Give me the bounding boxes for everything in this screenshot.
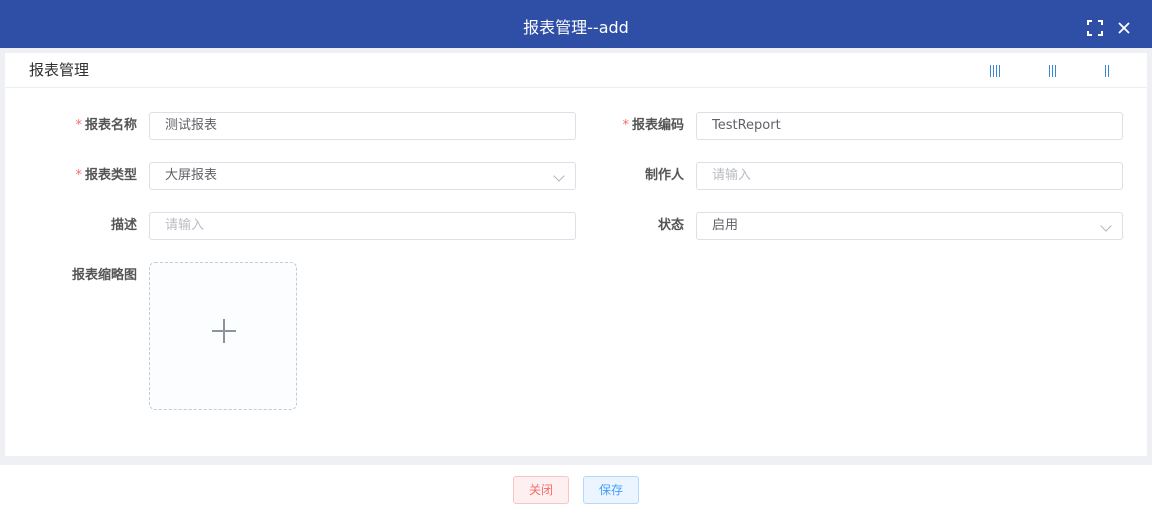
- close-icon[interactable]: [1115, 19, 1133, 37]
- dialog-footer: 关闭 保存: [0, 465, 1152, 524]
- report-type-label: * 报表类型: [75, 168, 137, 183]
- report-type-select[interactable]: 大屏报表: [149, 162, 576, 190]
- thumbnail-label: 报表缩略图: [71, 268, 137, 283]
- report-code-label: * 报表编码: [622, 118, 684, 133]
- dialog-titlebar: 报表管理--add: [0, 0, 1152, 48]
- report-name-input[interactable]: 测试报表: [149, 112, 576, 140]
- status-value: 启用: [712, 218, 739, 233]
- report-type-value: 大屏报表: [165, 168, 218, 183]
- creator-label: 制作人: [644, 168, 684, 183]
- chevron-down-icon: [1100, 220, 1112, 232]
- thumbnail-upload[interactable]: [149, 262, 297, 410]
- dialog-title: 报表管理--add: [523, 18, 629, 37]
- description-label: 描述: [110, 218, 137, 233]
- fullscreen-icon[interactable]: [1086, 19, 1104, 37]
- status-select[interactable]: 启用: [696, 212, 1123, 240]
- plus-icon-vertical: [223, 319, 225, 343]
- panel-title: 报表管理: [29, 61, 90, 79]
- four-columns-toggle[interactable]: [990, 62, 1002, 78]
- panel-header: 报表管理: [5, 53, 1147, 88]
- creator-input[interactable]: 请输入: [696, 162, 1123, 190]
- description-input[interactable]: 请输入: [149, 212, 576, 240]
- save-button[interactable]: 保存: [583, 476, 639, 504]
- report-name-label: * 报表名称: [75, 118, 137, 133]
- report-code-input[interactable]: TestReport: [696, 112, 1123, 140]
- close-button[interactable]: 关闭: [513, 476, 569, 504]
- two-columns-toggle[interactable]: [1105, 62, 1111, 78]
- status-label: 状态: [657, 218, 684, 233]
- three-columns-toggle[interactable]: [1049, 62, 1058, 78]
